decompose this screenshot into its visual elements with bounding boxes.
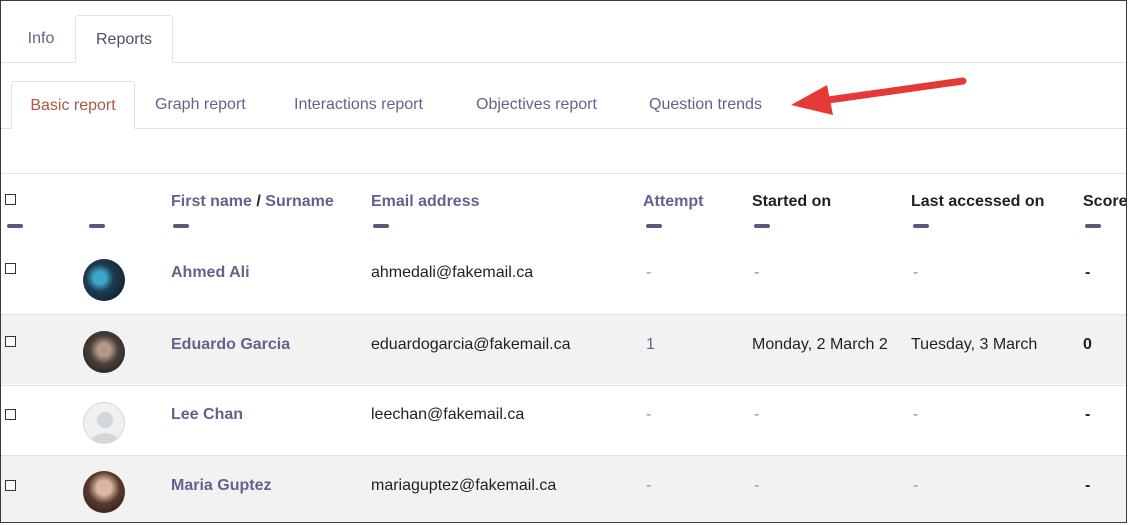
avatar[interactable] (83, 259, 125, 301)
tab-question-trends[interactable]: Question trends (649, 81, 762, 128)
header-last-accessed: Last accessed on (911, 193, 1045, 210)
table-top-border (1, 173, 1126, 174)
header-score: Score (1083, 193, 1127, 210)
score-cell: - (1085, 406, 1091, 423)
email-cell: ahmedali@fakemail.ca (371, 264, 534, 281)
sort-first-name-link[interactable]: First name (171, 193, 252, 210)
collapse-column-icon[interactable] (754, 224, 770, 228)
email-cell: eduardogarcia@fakemail.ca (371, 336, 571, 353)
header-started-on: Started on (752, 193, 832, 210)
table-row: Ahmed Ali ahmedali@fakemail.ca - - - - (1, 242, 1126, 311)
attempt-cell: - (646, 406, 652, 423)
default-avatar-icon[interactable] (83, 402, 125, 444)
score-cell: 0 (1083, 336, 1092, 353)
collapse-column-icon[interactable] (173, 224, 189, 228)
row-checkbox[interactable] (5, 480, 16, 491)
last-accessed-cell: - (913, 477, 919, 494)
started-on-cell: - (754, 264, 760, 281)
user-name-link[interactable]: Maria Guptez (171, 477, 271, 495)
email-cell: leechan@fakemail.ca (371, 406, 525, 423)
row-checkbox[interactable] (5, 409, 16, 420)
row-checkbox[interactable] (5, 263, 16, 274)
started-on-cell: - (754, 477, 760, 494)
collapse-column-icon[interactable] (913, 224, 929, 228)
tab-info[interactable]: Info (11, 15, 71, 62)
tab-reports[interactable]: Reports (75, 15, 173, 63)
table-row: Maria Guptez mariaguptez@fakemail.ca - -… (1, 456, 1126, 522)
started-on-cell: - (754, 406, 760, 423)
annotation-arrow-icon (791, 77, 967, 115)
tab-graph-report[interactable]: Graph report (155, 81, 246, 128)
sort-attempt-link[interactable]: Attempt (643, 193, 703, 211)
sort-email-link[interactable]: Email address (371, 193, 480, 211)
tab-objectives-report[interactable]: Objectives report (476, 81, 597, 128)
attempt-link[interactable]: 1 (646, 336, 655, 354)
collapse-column-icon[interactable] (7, 224, 23, 228)
select-all-checkbox[interactable] (5, 194, 16, 205)
last-accessed-cell: - (913, 406, 919, 423)
tab-interactions-report[interactable]: Interactions report (294, 81, 423, 128)
avatar[interactable] (83, 331, 125, 373)
table-row: Lee Chan leechan@fakemail.ca - - - - (1, 386, 1126, 455)
score-cell: - (1085, 264, 1091, 281)
header-name: First name / Surname (171, 193, 334, 211)
score-cell: - (1085, 477, 1091, 494)
attempt-cell: - (646, 264, 652, 281)
user-name-link[interactable]: Eduardo Garcia (171, 336, 290, 354)
sort-surname-link[interactable]: Surname (265, 193, 333, 210)
header-separator: / (256, 193, 261, 210)
user-name-link[interactable]: Ahmed Ali (171, 264, 250, 282)
collapse-column-icon[interactable] (1085, 224, 1101, 228)
row-checkbox[interactable] (5, 336, 16, 347)
top-tab-bar: Info Reports (1, 1, 1126, 63)
tab-basic-report[interactable]: Basic report (11, 81, 135, 129)
collapse-column-icon[interactable] (373, 224, 389, 228)
attempt-cell: - (646, 477, 652, 494)
table-row: Eduardo Garcia eduardogarcia@fakemail.ca… (1, 315, 1126, 384)
email-cell: mariaguptez@fakemail.ca (371, 477, 557, 494)
started-on-cell: Monday, 2 March 2 (752, 336, 888, 353)
last-accessed-cell: - (913, 264, 919, 281)
last-accessed-cell: Tuesday, 3 March (911, 336, 1038, 353)
collapse-column-icon[interactable] (89, 224, 105, 228)
report-frame: Info Reports Basic report Graph report I… (0, 0, 1127, 523)
user-name-link[interactable]: Lee Chan (171, 406, 243, 424)
avatar[interactable] (83, 471, 125, 513)
collapse-column-icon[interactable] (646, 224, 662, 228)
